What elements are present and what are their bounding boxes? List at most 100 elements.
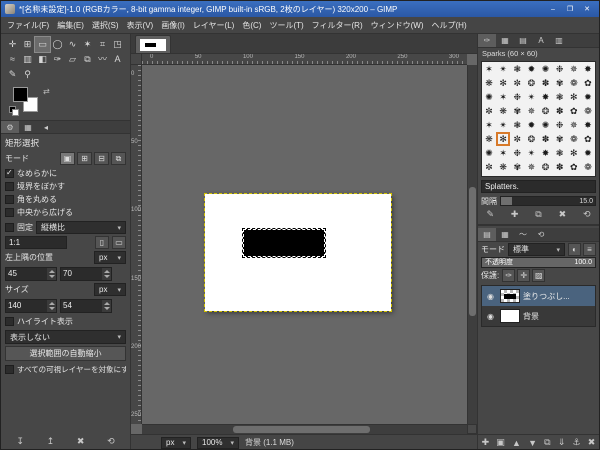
- brush-thumbnail[interactable]: ❁: [567, 76, 581, 90]
- save-tool-preset-button[interactable]: ↧: [16, 436, 24, 447]
- brush-thumbnail[interactable]: ✽: [553, 104, 567, 118]
- delete-brush-button[interactable]: ✖: [559, 209, 567, 220]
- ruler-corner[interactable]: [131, 54, 142, 65]
- 背景[interactable]: 背景: [482, 306, 595, 326]
- spinner-arrows-icon[interactable]: [47, 268, 56, 280]
- canvas-viewport[interactable]: [142, 65, 467, 424]
- tool-move[interactable]: ✛: [5, 37, 20, 52]
- brush-thumbnail[interactable]: ✶: [496, 90, 510, 104]
- brush-thumbnail[interactable]: ❋: [482, 132, 496, 146]
- delete-layer-button[interactable]: ✖: [588, 437, 596, 448]
- brush-thumbnail[interactable]: ❁: [581, 104, 595, 118]
- size-unit-dropdown[interactable]: px: [94, 283, 126, 296]
- close-button[interactable]: ✕: [579, 3, 595, 15]
- mode-intersect-button[interactable]: ⧉: [111, 152, 126, 165]
- brush-thumbnail[interactable]: ❋: [496, 104, 510, 118]
- maximize-button[interactable]: ❐: [562, 3, 578, 15]
- menu-item[interactable]: フィルター(R): [308, 20, 367, 31]
- unit-dropdown[interactable]: px: [161, 437, 191, 449]
- brush-thumbnail[interactable]: ✺: [482, 146, 496, 160]
- selection-rectangle[interactable]: [243, 229, 325, 257]
- brush-thumbnail[interactable]: ❂: [524, 76, 538, 90]
- brush-thumbnail[interactable]: ✻: [496, 132, 510, 146]
- spacing-slider[interactable]: 15.0: [500, 196, 596, 206]
- tool-free-select[interactable]: ∿: [65, 37, 80, 52]
- brush-thumbnail[interactable]: ❂: [539, 104, 553, 118]
- navigation-button[interactable]: [467, 424, 477, 434]
- brush-thumbnail[interactable]: ✾: [510, 160, 524, 174]
- tab-fonts[interactable]: A: [532, 34, 550, 47]
- brush-thumbnail[interactable]: ✺: [482, 90, 496, 104]
- duplicate-brush-button[interactable]: ⧉: [535, 209, 541, 220]
- portrait-orientation-button[interactable]: ▯: [95, 236, 109, 249]
- image-tab[interactable]: [135, 35, 171, 53]
- tab-layers[interactable]: ▤: [478, 228, 496, 241]
- brush-thumbnail[interactable]: ✸: [581, 62, 595, 76]
- brush-thumbnail[interactable]: ✴: [524, 90, 538, 104]
- menu-item[interactable]: レイヤー(L): [189, 20, 239, 31]
- brush-thumbnail[interactable]: ❁: [567, 132, 581, 146]
- tool-text[interactable]: A: [110, 52, 125, 67]
- lock-alpha-button[interactable]: ▨: [532, 269, 545, 282]
- horizontal-scroll-thumb[interactable]: [233, 426, 370, 433]
- brush-thumbnail[interactable]: ✴: [524, 146, 538, 160]
- horizontal-scrollbar[interactable]: [142, 424, 467, 434]
- brush-thumbnail[interactable]: ✶: [482, 118, 496, 132]
- landscape-orientation-button[interactable]: ▭: [112, 236, 126, 249]
- tab-patterns[interactable]: ▦: [496, 34, 514, 47]
- opacity-slider[interactable]: 不透明度 100.0: [481, 257, 596, 268]
- brush-thumbnail[interactable]: ❂: [539, 160, 553, 174]
- tool-zoom[interactable]: ⚲: [20, 67, 35, 82]
- raise-layer-button[interactable]: ▲: [512, 438, 521, 448]
- brush-thumbnail[interactable]: ❉: [553, 62, 567, 76]
- brush-thumbnail[interactable]: ✸: [539, 146, 553, 160]
- menu-item[interactable]: 画像(I): [157, 20, 189, 31]
- brush-thumbnail[interactable]: ❁: [581, 160, 595, 174]
- tab-tool-options[interactable]: ⚙: [1, 121, 19, 133]
- mode-replace-button[interactable]: ▣: [60, 152, 75, 165]
- brush-thumbnail[interactable]: ❉: [553, 118, 567, 132]
- brush-thumbnail[interactable]: ✿: [581, 132, 595, 146]
- zoom-dropdown[interactable]: 100%: [197, 437, 239, 449]
- menu-item[interactable]: ファイル(F): [3, 20, 53, 31]
- layer-mode-menu-button[interactable]: ≡: [583, 243, 596, 256]
- brush-thumbnail[interactable]: ❋: [482, 76, 496, 90]
- menu-item[interactable]: ウィンドウ(W): [367, 20, 428, 31]
- 塗りつぶし...[interactable]: 塗りつぶし...: [482, 286, 595, 306]
- brush-thumbnail[interactable]: ✽: [539, 76, 553, 90]
- brush-thumbnail[interactable]: ❃: [553, 90, 567, 104]
- brush-thumbnail[interactable]: ✶: [482, 62, 496, 76]
- brush-thumbnail[interactable]: ✵: [524, 160, 538, 174]
- tool-pencil[interactable]: ✎: [5, 67, 20, 82]
- brush-thumbnail[interactable]: ❉: [510, 146, 524, 160]
- brush-thumbnail[interactable]: ❉: [510, 90, 524, 104]
- tool-ellipse-select[interactable]: ◯: [50, 37, 65, 52]
- swap-colors-icon[interactable]: [43, 87, 50, 96]
- brush-thumbnail[interactable]: ❃: [510, 62, 524, 76]
- tool-clone[interactable]: ⧉: [80, 52, 95, 67]
- brush-thumbnail[interactable]: ✺: [539, 118, 553, 132]
- vertical-ruler[interactable]: 050100150200250: [131, 65, 142, 424]
- checkbox[interactable]: [5, 182, 14, 191]
- position-unit-dropdown[interactable]: px: [94, 251, 126, 264]
- position-x-spinner[interactable]: 45: [5, 267, 57, 281]
- blend-space-button[interactable]: ◐: [568, 243, 581, 256]
- reset-tool-options-button[interactable]: ⟲: [107, 436, 115, 447]
- visibility-eye-icon[interactable]: [484, 312, 497, 321]
- mode-subtract-button[interactable]: ⊟: [94, 152, 109, 165]
- brush-thumbnail[interactable]: ✻: [567, 90, 581, 104]
- brush-thumbnail[interactable]: ✻: [496, 76, 510, 90]
- menu-item[interactable]: 編集(E): [53, 20, 88, 31]
- brush-thumbnail[interactable]: ✸: [581, 118, 595, 132]
- default-colors-icon[interactable]: [9, 106, 17, 114]
- delete-tool-preset-button[interactable]: ✖: [77, 436, 85, 447]
- horizontal-ruler[interactable]: 050100150200250300: [142, 54, 467, 65]
- brush-thumbnail[interactable]: ❃: [510, 118, 524, 132]
- merge-down-button[interactable]: ⇓: [558, 437, 566, 448]
- brush-thumbnail[interactable]: ✽: [539, 132, 553, 146]
- brush-thumbnail[interactable]: ✼: [510, 132, 524, 146]
- brush-thumbnail[interactable]: ✴: [496, 62, 510, 76]
- brush-thumbnail[interactable]: ✶: [496, 146, 510, 160]
- tool-option-row[interactable]: なめらかに: [5, 167, 126, 180]
- new-brush-button[interactable]: ✚: [511, 209, 519, 220]
